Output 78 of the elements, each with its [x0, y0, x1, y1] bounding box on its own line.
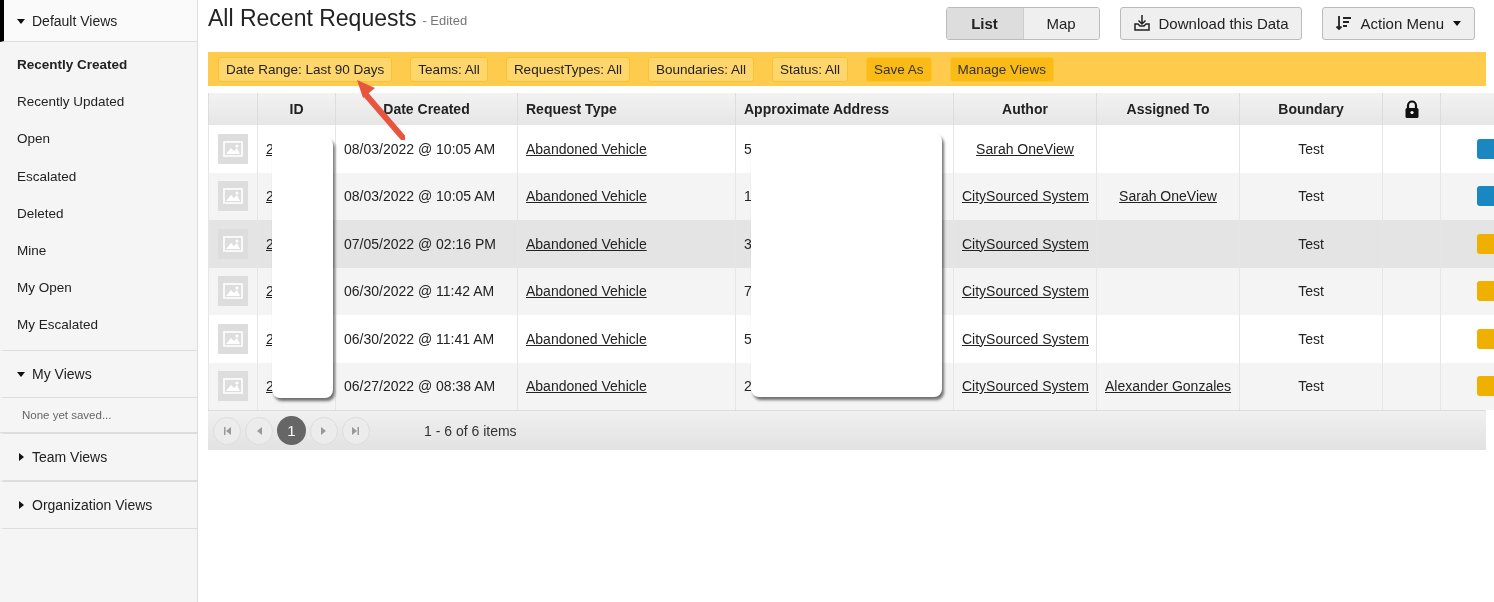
request-type-link[interactable]: Abandoned Vehicle [526, 283, 647, 300]
date-created: 06/30/2022 @ 11:42 AM [344, 283, 495, 300]
date-created: 07/05/2022 @ 02:16 PM [344, 235, 496, 252]
view-action-button[interactable]: Save As [866, 56, 932, 82]
column-header[interactable]: ID [257, 93, 336, 125]
download-button[interactable]: Download this Data [1119, 6, 1302, 40]
last-page-button[interactable] [342, 416, 370, 445]
address-text: 5 [744, 140, 752, 157]
filter-chip[interactable]: Boundaries: All [647, 56, 754, 82]
request-type-link[interactable]: Abandoned Vehicle [526, 188, 647, 205]
sidebar-section-header[interactable]: My Views [0, 349, 197, 398]
next-page-button[interactable] [310, 416, 338, 445]
column-header[interactable]: Boundary [1239, 93, 1383, 125]
sidebar-item[interactable]: Deleted [0, 194, 197, 232]
sidebar-item[interactable]: Open [0, 120, 197, 158]
filter-chip[interactable]: Status: All [772, 56, 849, 82]
edited-label: - Edited [422, 12, 468, 28]
image-placeholder-icon [218, 181, 248, 212]
column-header[interactable]: Date Created [335, 93, 518, 125]
boundary-text: Test [1298, 330, 1324, 347]
sidebar-section-header[interactable]: Team Views [0, 432, 197, 481]
caret-right-icon [16, 499, 26, 510]
last-page-icon [351, 425, 361, 436]
column-header[interactable]: Approximate Address [735, 93, 954, 125]
first-page-icon [222, 425, 232, 436]
lock-icon [1403, 100, 1420, 118]
page-title: All Recent Requests [208, 4, 417, 32]
sidebar-item[interactable]: My Escalated [0, 306, 197, 344]
sidebar-section-header[interactable]: Organization Views [0, 480, 197, 529]
view-action-button[interactable]: Manage Views [949, 56, 1054, 82]
view-toggle-button[interactable]: Map [1022, 7, 1099, 39]
date-created: 08/03/2022 @ 10:05 AM [344, 188, 496, 205]
filter-chip[interactable]: Teams: All [410, 56, 488, 82]
sidebar-section-header[interactable]: Default Views [0, 0, 197, 42]
boundary-text: Test [1298, 188, 1324, 205]
address-text: 2 [744, 378, 752, 395]
view-toggle-button[interactable]: List [946, 7, 1023, 39]
date-created: 08/03/2022 @ 10:05 AM [344, 140, 496, 157]
column-header[interactable]: Request Type [517, 93, 736, 125]
date-created: 06/27/2022 @ 08:38 AM [344, 378, 496, 395]
date-created: 06/30/2022 @ 11:41 AM [344, 330, 495, 347]
address-text: 3 [744, 235, 752, 252]
page-button[interactable]: 1 [277, 416, 306, 445]
sidebar-item[interactable]: Escalated [0, 157, 197, 195]
request-type-link[interactable]: Abandoned Vehicle [526, 140, 647, 157]
image-placeholder-icon [218, 276, 248, 307]
filter-chip[interactable]: RequestTypes: All [505, 56, 630, 82]
pager-info: 1 - 6 of 6 items [424, 422, 517, 439]
address-text: 7 [744, 283, 752, 300]
column-header[interactable]: Assigned To [1096, 93, 1240, 125]
request-type-link[interactable]: Abandoned Vehicle [526, 378, 647, 395]
image-placeholder-icon [218, 323, 248, 354]
caret-right-icon [16, 451, 26, 462]
column-header[interactable]: Author [953, 93, 1097, 125]
filter-chip[interactable]: Date Range: Last 90 Days [218, 56, 393, 82]
previous-page-button[interactable] [245, 416, 273, 445]
action-menu-button[interactable]: Action Menu [1321, 6, 1475, 40]
address-text: 5 [744, 330, 752, 347]
boundary-text: Test [1298, 140, 1324, 157]
sidebar-item[interactable]: Mine [0, 231, 197, 270]
request-type-link[interactable]: Abandoned Vehicle [526, 330, 647, 347]
boundary-text: Test [1298, 283, 1324, 300]
sidebar-item[interactable]: Recently Updated [0, 83, 197, 121]
address-text: 1 [744, 188, 752, 205]
request-type-link[interactable]: Abandoned Vehicle [526, 235, 647, 252]
image-placeholder-icon [218, 133, 248, 164]
author-link[interactable]: CitySourced System [962, 330, 1089, 347]
author-link[interactable]: Sarah OneView [976, 140, 1074, 157]
download-icon [1132, 14, 1151, 32]
sidebar-item[interactable]: My Open [0, 269, 197, 307]
sort-icon [1334, 14, 1353, 32]
first-page-button[interactable] [213, 416, 241, 445]
image-placeholder-icon [218, 228, 248, 259]
boundary-text: Test [1298, 378, 1324, 395]
image-placeholder-icon [218, 371, 248, 402]
sidebar-item[interactable]: Recently Created [0, 46, 197, 84]
boundary-text: Test [1298, 235, 1324, 252]
caret-icon [1452, 18, 1462, 28]
